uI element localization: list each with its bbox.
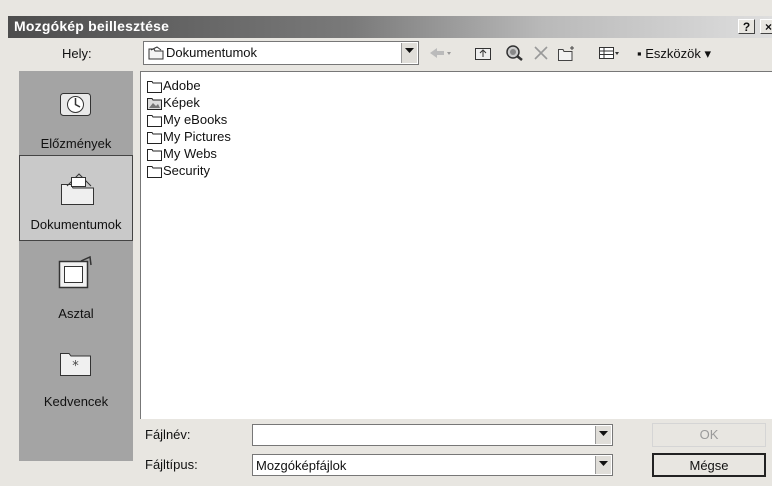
location-label: Hely:	[62, 46, 92, 61]
folder-icon	[147, 165, 162, 181]
place-label: Dokumentumok	[30, 217, 122, 232]
insert-movie-dialog: Mozgókép beillesztése ? × Hely: Dokument…	[0, 0, 772, 486]
history-icon	[56, 85, 96, 124]
place-label: Kedvencek	[43, 394, 109, 409]
folder-icon	[147, 131, 162, 147]
favorites-icon: *	[56, 343, 96, 382]
documents-icon	[57, 168, 99, 211]
place-label: Előzmények	[40, 136, 112, 151]
close-button[interactable]: ×	[760, 19, 772, 34]
file-name: My Pictures	[163, 129, 231, 144]
file-list[interactable]: Adobe Képek My eBooks My Pictures My Web…	[140, 71, 772, 419]
filetype-value: Mozgóképfájlok	[256, 458, 347, 473]
up-folder-icon[interactable]	[474, 44, 492, 65]
cancel-button[interactable]: Mégse	[652, 453, 766, 477]
folder-icon	[147, 148, 162, 164]
place-favorites[interactable]: * Kedvencek	[19, 331, 133, 417]
documents-folder-icon	[148, 46, 164, 63]
location-dropdown[interactable]: Dokumentumok	[143, 41, 419, 65]
folder-icon	[147, 114, 162, 130]
file-name: Adobe	[163, 78, 201, 93]
filename-label: Fájlnév:	[145, 427, 191, 442]
help-button[interactable]: ?	[738, 19, 755, 34]
folder-icon	[147, 80, 162, 96]
new-folder-icon[interactable]	[557, 44, 577, 65]
desktop-icon	[56, 255, 96, 296]
filename-input[interactable]	[252, 424, 613, 446]
chevron-down-icon[interactable]	[401, 43, 417, 63]
pictures-folder-icon	[147, 97, 162, 113]
search-web-icon[interactable]	[505, 44, 525, 65]
location-value: Dokumentumok	[166, 45, 258, 60]
views-icon[interactable]	[598, 44, 620, 65]
file-name: My eBooks	[163, 112, 228, 127]
file-name: My Webs	[163, 146, 217, 161]
svg-text:*: *	[72, 359, 79, 374]
delete-icon[interactable]	[533, 44, 549, 65]
title-bar: Mozgókép beillesztése ? ×	[8, 16, 772, 38]
places-bar: Előzmények Dokumentumok Asztal * Kedvenc…	[19, 71, 133, 461]
place-history[interactable]: Előzmények	[19, 73, 133, 159]
place-label: Asztal	[58, 306, 94, 321]
tools-menu[interactable]: ▪ Eszközök ▾	[637, 46, 711, 62]
file-name: Security	[163, 163, 210, 178]
place-desktop[interactable]: Asztal	[19, 243, 133, 329]
filetype-label: Fájltípus:	[145, 457, 198, 472]
back-icon[interactable]	[428, 44, 454, 65]
ok-button[interactable]: OK	[652, 423, 766, 447]
chevron-down-icon[interactable]	[595, 426, 611, 444]
dialog-title: Mozgókép beillesztése	[14, 18, 170, 34]
chevron-down-icon[interactable]	[595, 456, 611, 474]
filetype-dropdown[interactable]: Mozgóképfájlok	[252, 454, 613, 476]
file-name: Képek	[163, 95, 200, 110]
place-documents[interactable]: Dokumentumok	[19, 155, 133, 241]
